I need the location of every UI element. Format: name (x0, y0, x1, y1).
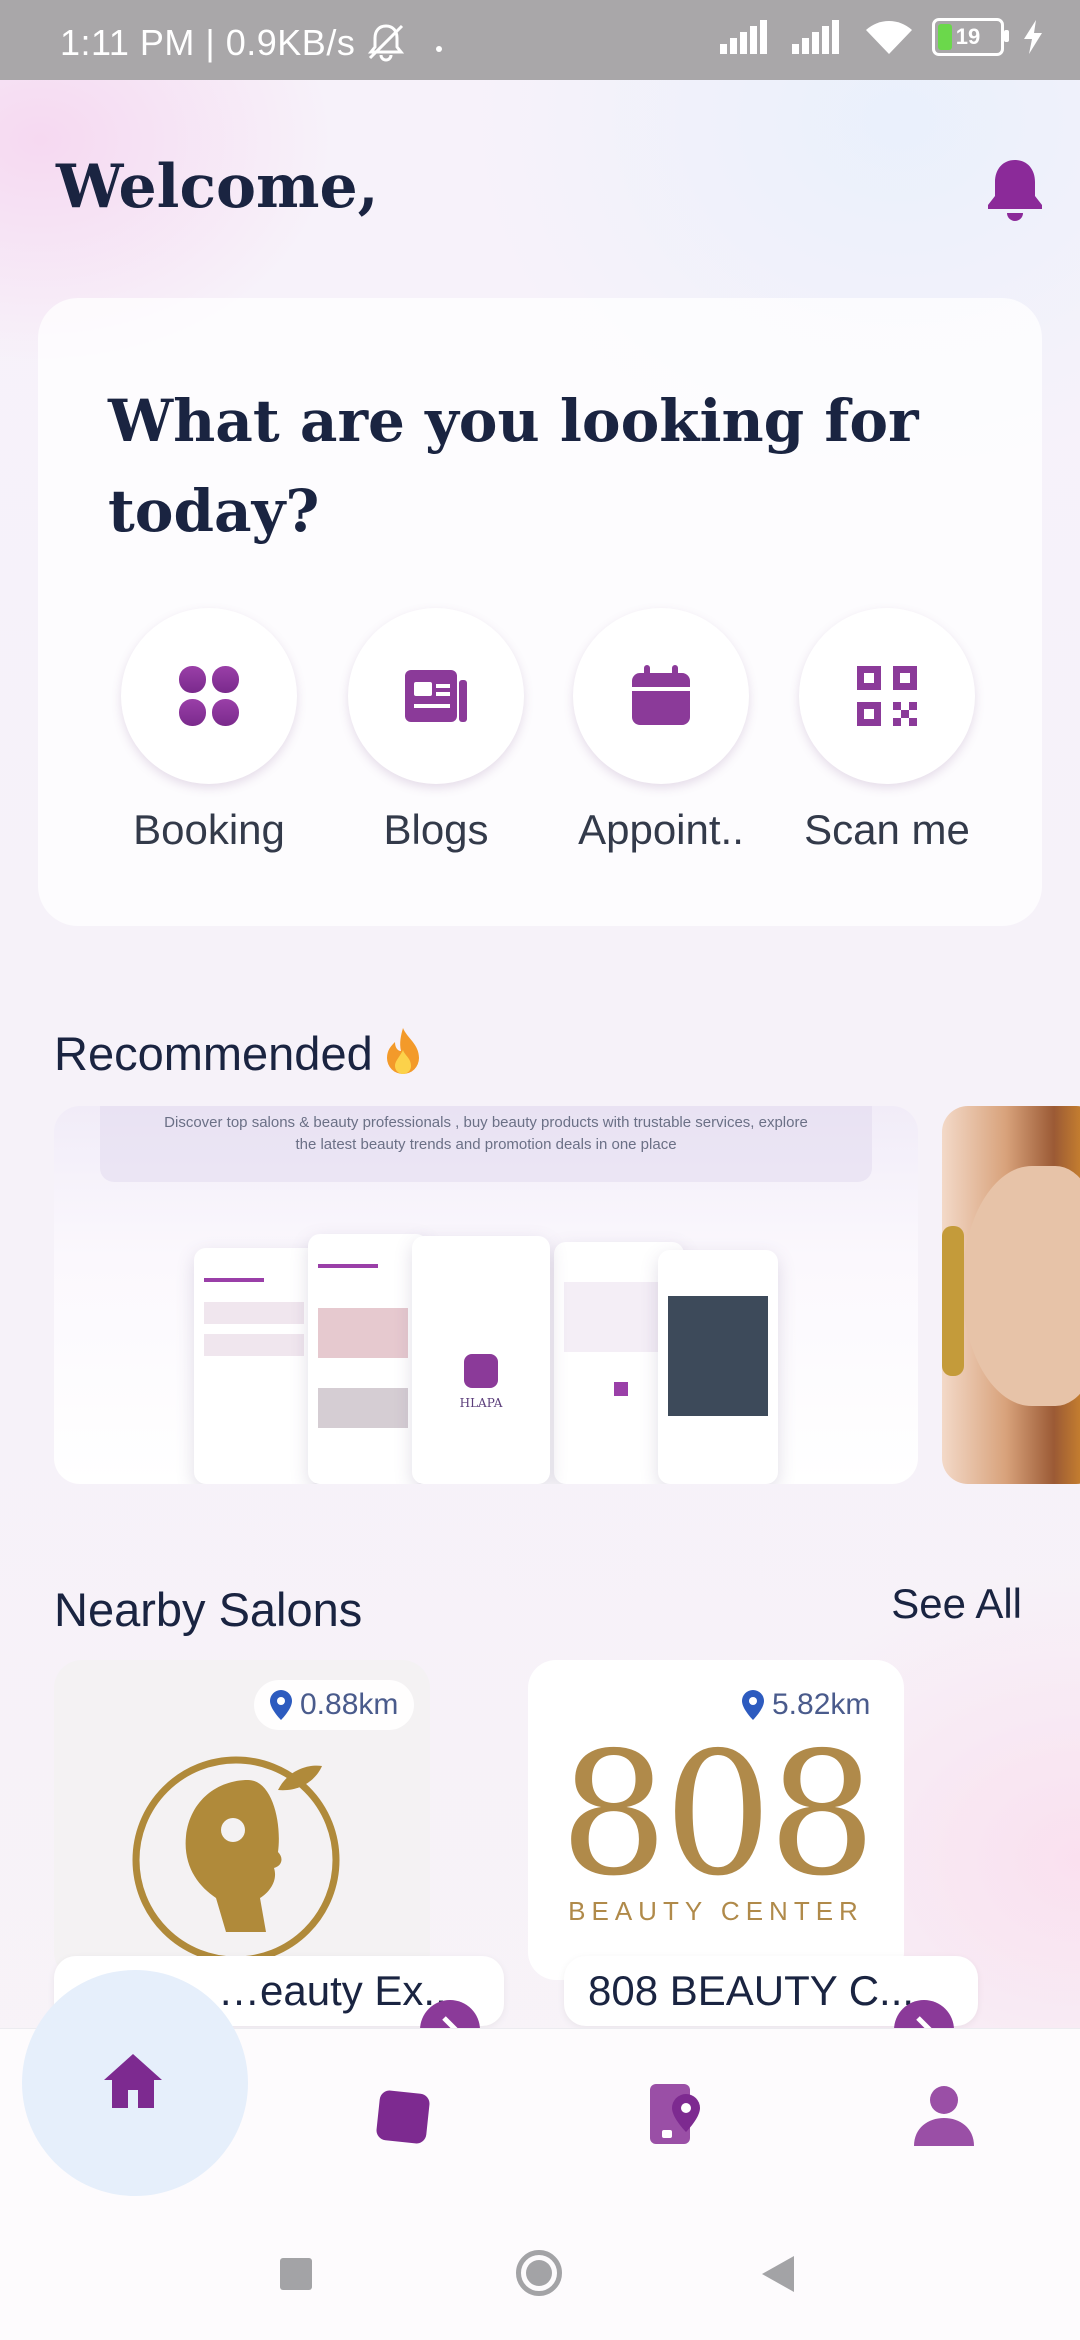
card-title: What are you looking for today? (108, 387, 919, 545)
charging-icon (1024, 20, 1042, 54)
fire-icon (386, 1028, 419, 1074)
blogs-label: Blogs (383, 806, 489, 853)
booking-action[interactable]: Booking (114, 608, 304, 854)
status-time: 1:11 PM | 0.9KB/s (60, 22, 356, 63)
profile-icon[interactable] (912, 2084, 976, 2148)
notification-bell-icon[interactable] (986, 156, 1044, 222)
home-icon[interactable] (102, 2050, 164, 2112)
newspaper-icon (405, 670, 467, 722)
status-bar: 1:11 PM | 0.9KB/s 19 (0, 0, 1080, 80)
distance-badge: 0.88km (254, 1680, 415, 1730)
shop-icon[interactable] (372, 2086, 434, 2148)
recent-apps-icon[interactable] (280, 2258, 312, 2290)
app-phone-mockup: HLAPA (412, 1236, 550, 1484)
salon-logo-text: 808 (559, 1716, 876, 1914)
booking-grid-icon (179, 666, 239, 726)
recommended-title: Recommended (54, 1026, 423, 1081)
phone-mockup (308, 1234, 428, 1484)
scan-label: Scan me (804, 806, 970, 853)
status-icons: 19 (720, 18, 1044, 56)
appointments-action[interactable]: Appoint.. (566, 608, 756, 854)
search-prompt-card: What are you looking for today? Booking … (38, 298, 1042, 926)
signal-icon-2 (792, 20, 839, 54)
blogs-action[interactable]: Blogs (341, 608, 531, 854)
salon-logo-face-icon (132, 1756, 340, 1964)
status-dot (436, 46, 442, 52)
wifi-icon (866, 21, 912, 54)
see-all-link[interactable]: See All (891, 1580, 1022, 1628)
system-navigation-bar (0, 2204, 1080, 2340)
battery-icon: 19 (932, 18, 1009, 56)
map-location-icon[interactable] (648, 2082, 704, 2146)
banner-text: Discover top salons & beauty professiona… (164, 1114, 808, 1153)
booking-label: Booking (133, 806, 285, 853)
recommended-banner-2[interactable] (942, 1106, 1080, 1484)
nearby-salons-title: Nearby Salons (54, 1583, 363, 1636)
calendar-icon (632, 665, 690, 725)
salon-card[interactable]: 5.82km 808 BEAUTY CENTER (528, 1660, 904, 1980)
phone-mockup (658, 1250, 778, 1484)
home-system-icon[interactable] (516, 2250, 562, 2296)
welcome-heading: Welcome, (56, 152, 379, 222)
phone-mockup (194, 1248, 324, 1484)
location-pin-icon (270, 1690, 292, 1720)
signal-icon (720, 20, 767, 54)
salon-card[interactable]: 0.88km (54, 1660, 430, 1980)
back-icon[interactable] (760, 2254, 796, 2294)
recommended-banner[interactable]: Discover top salons & beauty professiona… (54, 1106, 918, 1484)
appointments-label: Appoint.. (578, 806, 744, 853)
qr-code-icon (857, 666, 917, 726)
salon-logo-subtext: BEAUTY CENTER (568, 1896, 864, 1926)
scan-action[interactable]: Scan me (792, 608, 982, 854)
notifications-muted-icon (367, 24, 405, 62)
